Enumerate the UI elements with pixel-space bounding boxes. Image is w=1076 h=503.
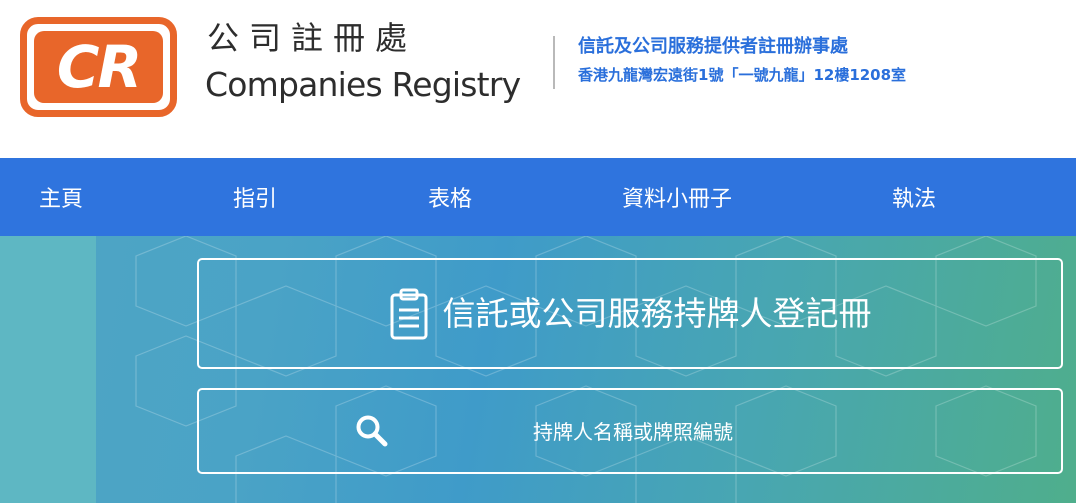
search-icon[interactable] xyxy=(355,414,389,448)
header-divider xyxy=(553,36,555,89)
main-navbar: 主頁 指引 表格 資料小冊子 執法 xyxy=(0,158,1076,236)
logo-name-chinese: 公司註冊處 xyxy=(207,19,418,57)
nav-item-enforcement[interactable]: 執法 xyxy=(892,158,936,236)
search-placeholder: 持牌人名稱或牌照編號 xyxy=(533,420,733,444)
nav-item-home[interactable]: 主頁 xyxy=(39,158,83,236)
cr-logo-letters: CR xyxy=(56,33,142,101)
register-title: 信託或公司服務持牌人登記冊 xyxy=(442,294,872,333)
logo-name-english: Companies Registry xyxy=(205,65,521,104)
cr-logo-inner: CR xyxy=(34,31,163,103)
nav-item-forms[interactable]: 表格 xyxy=(428,158,472,236)
site-header: CR 公司註冊處 Companies Registry 信託及公司服務提供者註冊… xyxy=(0,0,1076,158)
register-title-button[interactable]: 信託或公司服務持牌人登記冊 xyxy=(197,258,1063,369)
clipboard-icon xyxy=(390,288,427,339)
hero-banner: 信託或公司服務持牌人登記冊 持牌人名稱或牌照編號 xyxy=(0,236,1076,503)
office-address: 香港九龍灣宏遠街1號「一號九龍」12樓1208室 xyxy=(578,66,907,84)
cr-logo[interactable]: CR xyxy=(20,17,177,117)
office-name: 信託及公司服務提供者註冊辦事處 xyxy=(578,36,848,57)
hero-left-band xyxy=(0,236,96,503)
search-input[interactable]: 持牌人名稱或牌照編號 xyxy=(197,388,1063,474)
register-title-content: 信託或公司服務持牌人登記冊 xyxy=(389,288,872,340)
nav-item-booklets[interactable]: 資料小冊子 xyxy=(622,158,732,236)
nav-item-guidelines[interactable]: 指引 xyxy=(233,158,277,236)
